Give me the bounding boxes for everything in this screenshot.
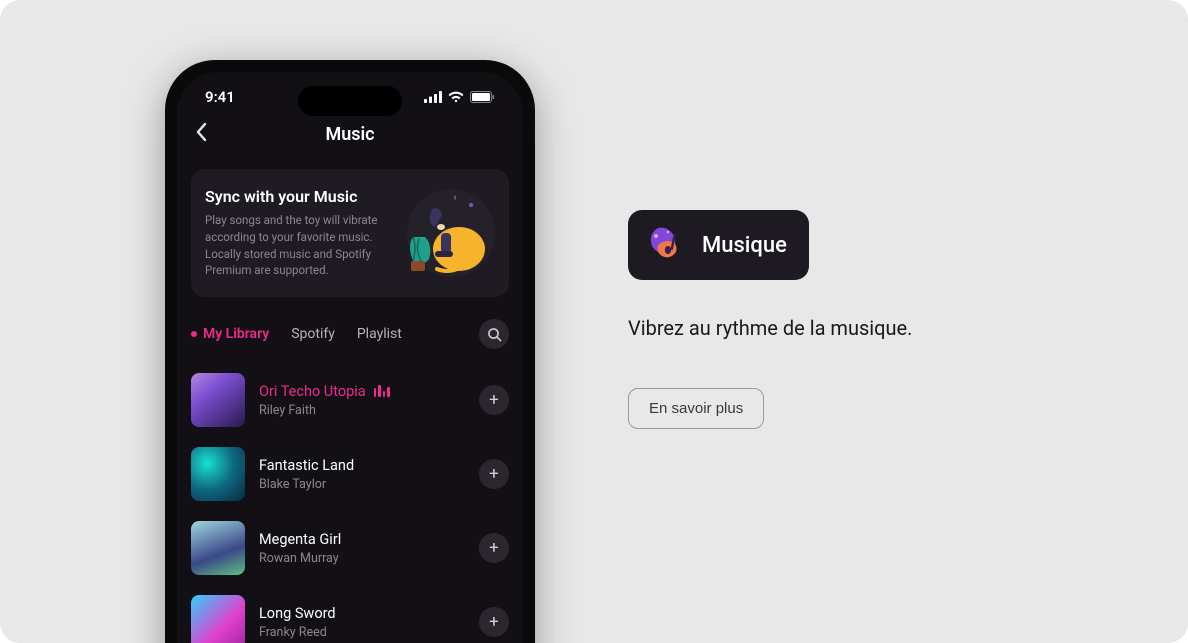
dynamic-island	[298, 86, 402, 116]
sync-card[interactable]: Sync with your Music Play songs and the …	[191, 169, 509, 297]
sync-desc: Play songs and the toy will vibrate acco…	[205, 212, 389, 279]
search-icon	[487, 327, 502, 342]
back-button[interactable]	[195, 122, 207, 147]
track-title: Long Sword	[259, 605, 465, 622]
tab-active-dot	[191, 331, 197, 337]
tab-label: Spotify	[291, 326, 335, 342]
music-icon	[642, 222, 688, 268]
status-time: 9:41	[205, 88, 235, 106]
add-button[interactable]: +	[479, 459, 509, 489]
album-art	[191, 373, 245, 427]
add-button[interactable]: +	[479, 385, 509, 415]
nav-bar: Music	[177, 112, 523, 153]
track-title: Megenta Girl	[259, 531, 465, 548]
add-button[interactable]: +	[479, 607, 509, 637]
sync-title: Sync with your Music	[205, 187, 389, 206]
track-row[interactable]: Megenta Girl Rowan Murray +	[191, 511, 509, 585]
track-title: Ori Techo Utopia	[259, 383, 465, 400]
feature-chip: Musique	[628, 210, 809, 280]
album-art	[191, 447, 245, 501]
tab-my-library[interactable]: My Library	[191, 326, 269, 342]
track-title: Fantastic Land	[259, 457, 465, 474]
feature-copy: Musique Vibrez au rythme de la musique. …	[628, 210, 1108, 429]
status-icons	[424, 91, 495, 103]
track-row[interactable]: Fantastic Land Blake Taylor +	[191, 437, 509, 511]
playing-icon	[374, 385, 390, 397]
track-artist: Blake Taylor	[259, 477, 465, 492]
feature-label: Musique	[702, 233, 787, 258]
track-list: Ori Techo Utopia Riley Faith + Fantastic…	[177, 357, 523, 643]
track-artist: Franky Reed	[259, 625, 465, 640]
page-title: Music	[325, 124, 374, 145]
album-art	[191, 595, 245, 643]
track-artist: Rowan Murray	[259, 551, 465, 566]
track-row[interactable]: Ori Techo Utopia Riley Faith +	[191, 363, 509, 437]
album-art	[191, 521, 245, 575]
signal-icon	[424, 91, 442, 103]
phone-mock: 9:41 Music Sync with your Music	[165, 60, 535, 643]
tab-label: My Library	[203, 326, 269, 342]
battery-icon	[470, 91, 495, 103]
search-button[interactable]	[479, 319, 509, 349]
track-artist: Riley Faith	[259, 403, 465, 418]
tab-playlist[interactable]: Playlist	[357, 326, 402, 342]
tab-label: Playlist	[357, 326, 402, 342]
feature-card: 9:41 Music Sync with your Music	[0, 0, 1188, 643]
add-button[interactable]: +	[479, 533, 509, 563]
sync-illustration	[399, 185, 495, 281]
track-row[interactable]: Long Sword Franky Reed +	[191, 585, 509, 643]
library-tabs: My Library Spotify Playlist	[177, 307, 523, 357]
tab-spotify[interactable]: Spotify	[291, 326, 335, 342]
learn-more-button[interactable]: En savoir plus	[628, 388, 764, 429]
wifi-icon	[448, 91, 464, 103]
feature-tagline: Vibrez au rythme de la musique.	[628, 316, 1108, 340]
